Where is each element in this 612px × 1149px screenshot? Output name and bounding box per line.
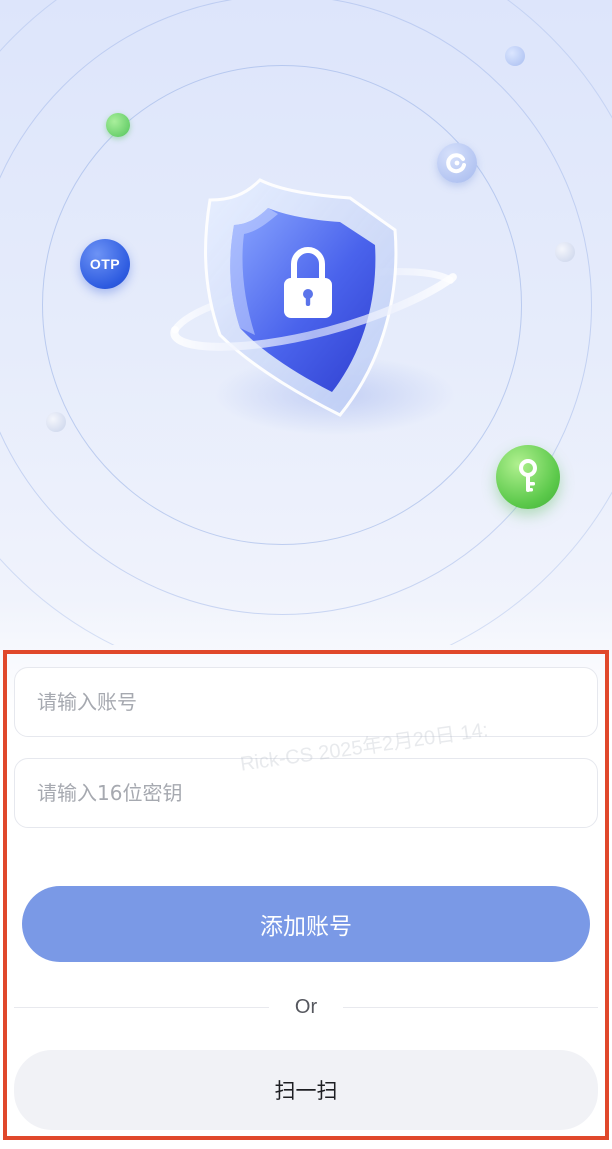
divider-line-left [14, 1006, 269, 1008]
shield-lock-icon [160, 170, 460, 440]
grey-orb-right [555, 242, 575, 262]
account-field[interactable] [14, 667, 598, 737]
or-divider: Or [14, 992, 598, 1022]
secret-key-input[interactable] [37, 759, 597, 827]
key-icon [496, 445, 560, 509]
otp-badge-label: OTP [89, 256, 121, 272]
or-label: Or [294, 995, 318, 1018]
scan-button[interactable]: 扫一扫 [14, 1050, 598, 1130]
add-account-button[interactable]: 添加账号 [22, 886, 590, 962]
grey-orb-left [46, 412, 66, 432]
add-account-screen: OTP 请输入账号 请输入16位密钥 Rick-CS 2025年2月20日 14… [0, 0, 612, 1149]
secret-key-field[interactable] [14, 758, 598, 828]
otp-badge: OTP [80, 239, 130, 289]
divider-line-right [343, 1006, 598, 1008]
account-input[interactable] [37, 668, 597, 736]
hero-illustration: OTP [0, 0, 612, 645]
green-orb [106, 113, 130, 137]
blue-orb [505, 46, 525, 66]
